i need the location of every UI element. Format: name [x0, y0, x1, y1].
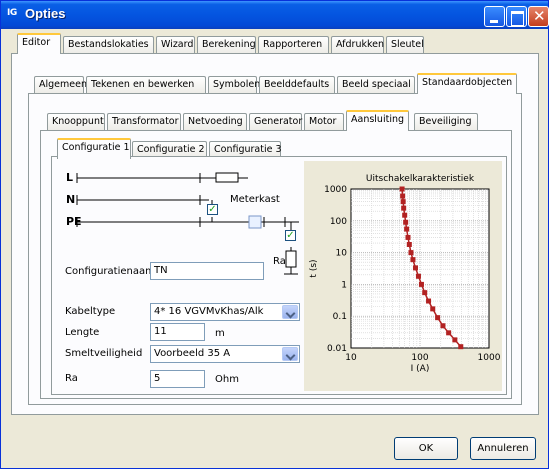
ra-diagram-label: Ra: [273, 256, 286, 267]
line-n-label: N: [66, 193, 76, 206]
tab-beeld-speciaal[interactable]: Beeld speciaal: [337, 76, 415, 94]
line-l-label: L: [66, 171, 74, 184]
curve-marker: [399, 186, 405, 192]
curve-marker: [405, 234, 411, 240]
y-tick-label: 100: [330, 217, 347, 227]
ok-button[interactable]: OK: [394, 437, 458, 460]
tab-wizard[interactable]: Wizard: [156, 36, 195, 54]
window-title: Opties: [25, 6, 66, 21]
tab-knooppunt[interactable]: Knooppunt: [47, 113, 105, 131]
title-bar[interactable]: IG Opties ✕: [1, 1, 549, 29]
lengte-input[interactable]: 11: [150, 323, 205, 341]
ra-checkbox[interactable]: ✓: [285, 230, 296, 241]
curve-marker: [400, 193, 406, 199]
tab-beveiliging[interactable]: Beveiliging: [414, 113, 478, 131]
smeltveiligheid-select[interactable]: Voorbeeld 35 A: [150, 345, 300, 363]
curve-marker: [418, 281, 424, 287]
curve-marker: [452, 337, 458, 343]
lengte-label: Lengte: [65, 327, 100, 338]
app-icon: IG: [7, 8, 17, 18]
tab-symbolen[interactable]: Symbolen: [208, 76, 260, 94]
tab-netvoeding[interactable]: Netvoeding: [183, 113, 247, 131]
tab-motor[interactable]: Motor: [304, 113, 344, 131]
curve-marker: [458, 344, 464, 350]
x-tick-label: 10: [345, 353, 357, 363]
curve-marker: [412, 265, 418, 271]
meterkast-label: Meterkast: [230, 194, 280, 205]
y-tick-label: 10: [336, 249, 348, 259]
close-icon[interactable]: ✕: [528, 6, 549, 27]
annuleren-button[interactable]: Annuleren: [470, 437, 536, 460]
tab-generator[interactable]: Generator: [249, 113, 302, 131]
tab-sleutel[interactable]: Sleutel: [386, 36, 424, 54]
tab-aansluiting[interactable]: Aansluiting: [346, 110, 409, 131]
kabeltype-value: 4* 16 VGVMvKhas/Alk: [154, 306, 264, 317]
curve-marker: [403, 219, 409, 225]
tab-configuratie-1[interactable]: Configuratie 1: [57, 138, 131, 159]
maximize-icon[interactable]: [506, 6, 527, 27]
tab-rapporteren[interactable]: Rapporteren: [258, 36, 329, 54]
plot-area: [350, 188, 490, 349]
curve-marker: [435, 315, 441, 321]
curve-marker: [408, 250, 414, 256]
curve-marker: [415, 273, 421, 279]
y-tick-label: 0.01: [327, 344, 347, 354]
x-tick-label: 100: [411, 353, 428, 363]
curve-marker: [406, 241, 412, 247]
minimize-icon[interactable]: [484, 6, 505, 27]
tab-standaardobjecten[interactable]: Standaardobjecten: [417, 73, 517, 94]
curve-marker: [422, 290, 428, 296]
ra-unit: Ohm: [215, 374, 239, 385]
meterkast-checkbox[interactable]: ✓: [207, 204, 218, 215]
curve-marker: [404, 226, 410, 232]
curve-marker: [410, 257, 416, 263]
y-tick-label: 1000: [324, 185, 347, 195]
options-window: IG Opties ✕ Editor Bestandslokaties Wizard…: [0, 0, 549, 469]
curve-marker: [400, 199, 406, 205]
chart-area: Uitschakelkarakteristiek 1000 100 10 1 0.1 0.0…: [304, 161, 502, 391]
tab-beelddefaults[interactable]: Beelddefaults: [259, 76, 335, 94]
curve-marker: [440, 323, 446, 329]
curve-marker: [430, 306, 436, 312]
y-tick-label: 1: [341, 280, 347, 290]
smeltveiligheid-value: Voorbeeld 35 A: [154, 348, 231, 359]
tripping-characteristic-chart: Uitschakelkarakteristiek 1000 100 10 1 0.1 0.0…: [309, 174, 501, 374]
configuratienaam-input[interactable]: TN: [150, 262, 264, 280]
x-tick-label: 1000: [478, 353, 501, 363]
tab-tekenen-en-bewerken[interactable]: Tekenen en bewerken: [86, 76, 206, 94]
chart-title: Uitschakelkarakteristiek: [366, 174, 475, 184]
kabeltype-label: Kabeltype: [65, 306, 116, 317]
curve-marker: [402, 212, 408, 218]
tab-editor[interactable]: Editor: [17, 33, 61, 54]
line-pe-label: PE: [66, 215, 82, 228]
ra-input[interactable]: 5: [150, 370, 205, 388]
lengte-unit: m: [215, 328, 225, 339]
curve-marker: [446, 330, 452, 336]
chevron-down-icon[interactable]: [282, 305, 298, 319]
chevron-down-icon[interactable]: [282, 347, 298, 361]
curve-marker: [401, 205, 407, 211]
kabeltype-select[interactable]: 4* 16 VGVMvKhas/Alk: [150, 303, 300, 321]
tab-algemeen[interactable]: Algemeen: [34, 76, 87, 94]
connection-diagram: [76, 172, 299, 275]
smeltveiligheid-label: Smeltveiligheid: [65, 348, 143, 359]
tab-transformator[interactable]: Transformator: [107, 113, 181, 131]
tab-bestandslokaties[interactable]: Bestandslokaties: [63, 36, 154, 54]
pe-switch-box: [248, 215, 262, 229]
x-axis-label: I (A): [411, 364, 430, 374]
tab-berekening[interactable]: Berekening: [197, 36, 256, 54]
y-axis-label: t (s): [309, 259, 319, 277]
tab-afdrukken[interactable]: Afdrukken: [331, 36, 384, 54]
y-tick-label: 0.1: [333, 312, 347, 322]
configuratienaam-label: Configuratienaam: [65, 266, 155, 277]
ra-label: Ra: [65, 373, 78, 384]
curve-marker: [426, 298, 432, 304]
